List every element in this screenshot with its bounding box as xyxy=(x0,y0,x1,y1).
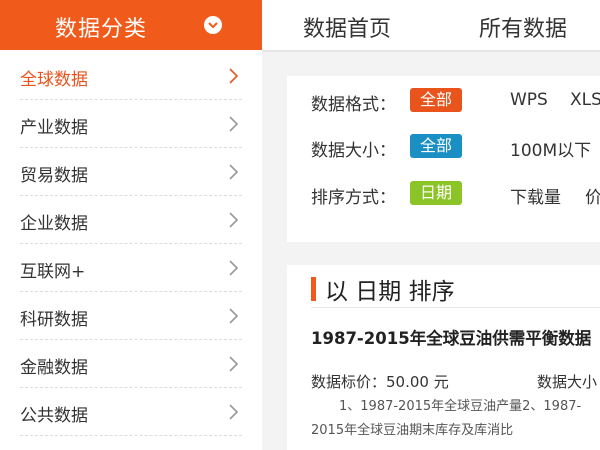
filter-label: 数据大小： xyxy=(311,141,396,161)
sidebar-item-industry[interactable]: 产业数据 xyxy=(0,100,262,148)
filter-tag-size-all[interactable]: 全部 xyxy=(410,134,463,158)
category-list: 全球数据 产业数据 贸易数据 企业数据 互联网+ 科研数据 金融数据 公共数据 xyxy=(0,52,262,436)
sidebar-item-label: 科研数据 xyxy=(20,310,88,330)
category-sidebar: 数据分类 全球数据 产业数据 贸易数据 企业数据 互联网+ 科研数据 金融数据 … xyxy=(0,0,262,450)
sidebar-item-label: 公共数据 xyxy=(20,406,88,426)
sidebar-item-enterprise[interactable]: 企业数据 xyxy=(0,196,262,244)
result-item-size-label: 数据大小 xyxy=(537,373,598,391)
sidebar-item-global[interactable]: 全球数据 xyxy=(0,52,262,100)
filter-tag-sort-date[interactable]: 日期 xyxy=(410,181,463,205)
sidebar-item-public[interactable]: 公共数据 xyxy=(0,388,262,436)
filter-option-wps[interactable]: WPS xyxy=(510,90,548,110)
filter-label: 数据格式： xyxy=(311,95,396,115)
result-item-description: 1、1987-2015年全球豆油产量2、1987-2015年全球豆油期末库存及库… xyxy=(311,399,582,438)
nav-link-home[interactable]: 数据首页 xyxy=(303,11,391,43)
filter-row-format: 数据格式： 全部 WPS XLS xyxy=(311,88,600,115)
chevron-right-icon xyxy=(229,116,239,132)
category-header[interactable]: 数据分类 xyxy=(0,0,262,50)
sidebar-item-internet[interactable]: 互联网+ xyxy=(0,244,262,292)
sidebar-item-research[interactable]: 科研数据 xyxy=(0,292,262,340)
sort-heading: 以 日期 排序 xyxy=(325,279,455,305)
chevron-right-icon xyxy=(229,260,239,276)
results-panel: 以 日期 排序 1987-2015年全球豆油供需平衡数据 数据标价：50.00 … xyxy=(287,265,600,450)
heading-accent-bar xyxy=(311,277,316,301)
chevron-right-icon xyxy=(229,164,239,180)
filter-tag-format-all[interactable]: 全部 xyxy=(410,88,463,112)
divider xyxy=(20,435,242,436)
chevron-right-icon xyxy=(229,212,239,228)
top-nav: 数据首页 所有数据 xyxy=(262,0,600,52)
sidebar-item-label: 金融数据 xyxy=(20,358,88,378)
sidebar-item-trade[interactable]: 贸易数据 xyxy=(0,148,262,196)
chevron-down-icon[interactable] xyxy=(204,16,222,34)
sidebar-item-label: 产业数据 xyxy=(20,118,88,138)
result-item-price: 数据标价：50.00 元 xyxy=(311,373,449,391)
filter-option-under-100m[interactable]: 100M以下 xyxy=(510,136,591,161)
sidebar-item-label: 企业数据 xyxy=(20,214,88,234)
divider xyxy=(311,307,600,308)
filter-row-size: 数据大小： 全部 100M以下 xyxy=(311,134,600,161)
nav-link-all-data[interactable]: 所有数据 xyxy=(479,11,567,43)
category-title: 数据分类 xyxy=(55,17,148,42)
sidebar-item-label: 互联网+ xyxy=(20,262,86,282)
sort-option-price[interactable]: 价格 xyxy=(585,183,600,208)
sidebar-item-label: 全球数据 xyxy=(20,70,88,90)
filter-option-xls[interactable]: XLS xyxy=(570,90,600,110)
filter-label: 排序方式： xyxy=(311,188,396,208)
filter-panel: 数据格式： 全部 WPS XLS 数据大小： 全部 100M以下 排序方式： 日… xyxy=(287,76,600,242)
result-item-title[interactable]: 1987-2015年全球豆油供需平衡数据 xyxy=(311,325,591,349)
chevron-right-icon xyxy=(229,68,239,84)
chevron-right-icon xyxy=(229,308,239,324)
sidebar-item-label: 贸易数据 xyxy=(20,166,88,186)
chevron-right-icon xyxy=(229,404,239,420)
filter-row-sort: 排序方式： 日期 下载量 价格 xyxy=(311,181,600,208)
sort-option-downloads[interactable]: 下载量 xyxy=(510,183,561,208)
chevron-right-icon xyxy=(229,356,239,372)
sidebar-item-finance[interactable]: 金融数据 xyxy=(0,340,262,388)
